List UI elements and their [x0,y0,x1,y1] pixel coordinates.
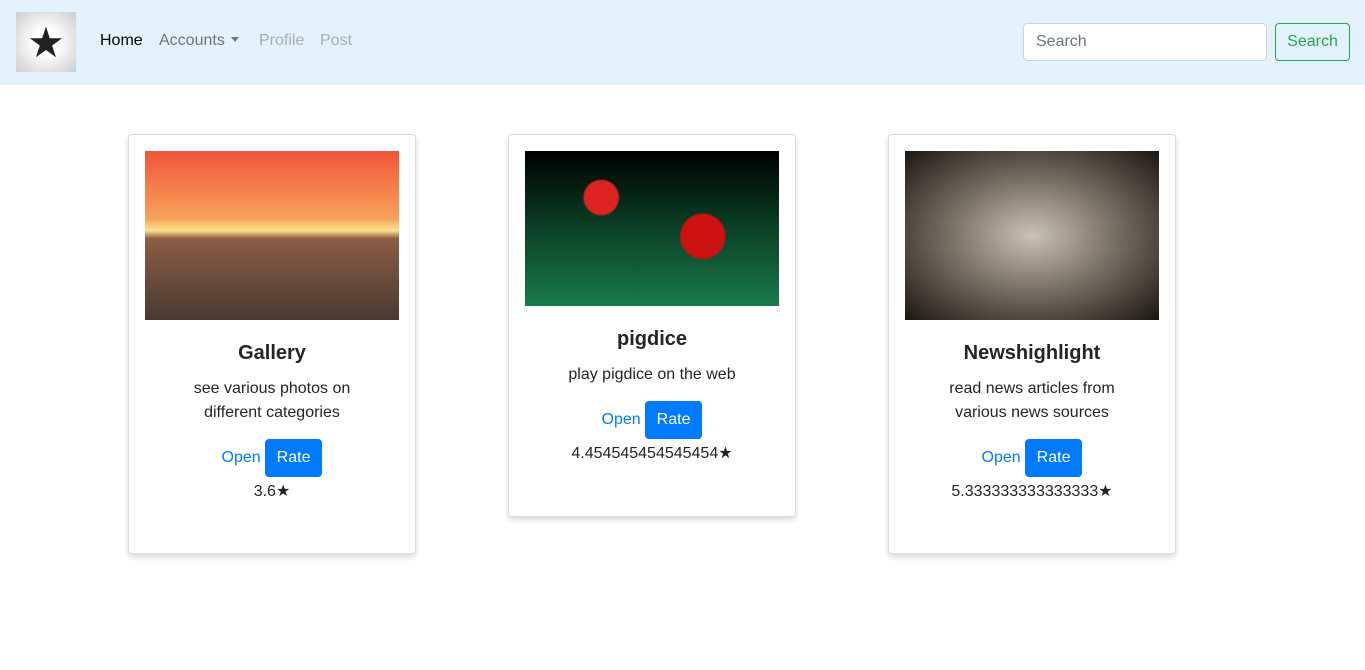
rating: 3.6★ [253,483,291,500]
card-pigdice: pigdice play pigdice on the web Open Rate… [508,134,796,517]
card-title: Newshighlight [963,342,1101,364]
rate-button[interactable]: Rate [264,439,323,477]
nav-post[interactable]: Post [320,32,352,50]
card-title: Gallery [238,342,306,364]
card-description: see various photos on different categori… [193,380,351,421]
gallery-image [145,151,399,320]
card-newshighlight: Newshighlight read news articles from va… [888,134,1176,554]
card-description: read news articles from various news sou… [949,380,1115,421]
brand-logo-star-icon[interactable]: ★ [16,12,76,72]
rating: 5.333333333333333★ [951,483,1113,500]
caret-down-icon [230,37,239,42]
search-button[interactable]: Search [1275,23,1350,61]
nav-home[interactable]: Home [100,32,143,50]
open-link[interactable]: Open [602,411,641,429]
card-description: play pigdice on the web [568,366,736,383]
open-link[interactable]: Open [222,449,261,467]
card-title: pigdice [616,328,687,350]
nav-profile[interactable]: Profile [259,32,304,50]
nav-accounts-dropdown[interactable]: Accounts [159,32,239,50]
navbar: ★ Home Accounts Profile Post Search [0,0,1365,85]
rating: 4.454545454545454★ [571,445,733,462]
open-link[interactable]: Open [982,449,1021,467]
rate-button[interactable]: Rate [1024,439,1083,477]
newspaper-image [905,151,1159,320]
card-gallery: Gallery see various photos on different … [128,134,416,554]
rate-button[interactable]: Rate [644,401,703,439]
nav-accounts-label: Accounts [159,32,225,49]
dice-image [525,151,779,306]
search-input[interactable] [1023,23,1267,61]
